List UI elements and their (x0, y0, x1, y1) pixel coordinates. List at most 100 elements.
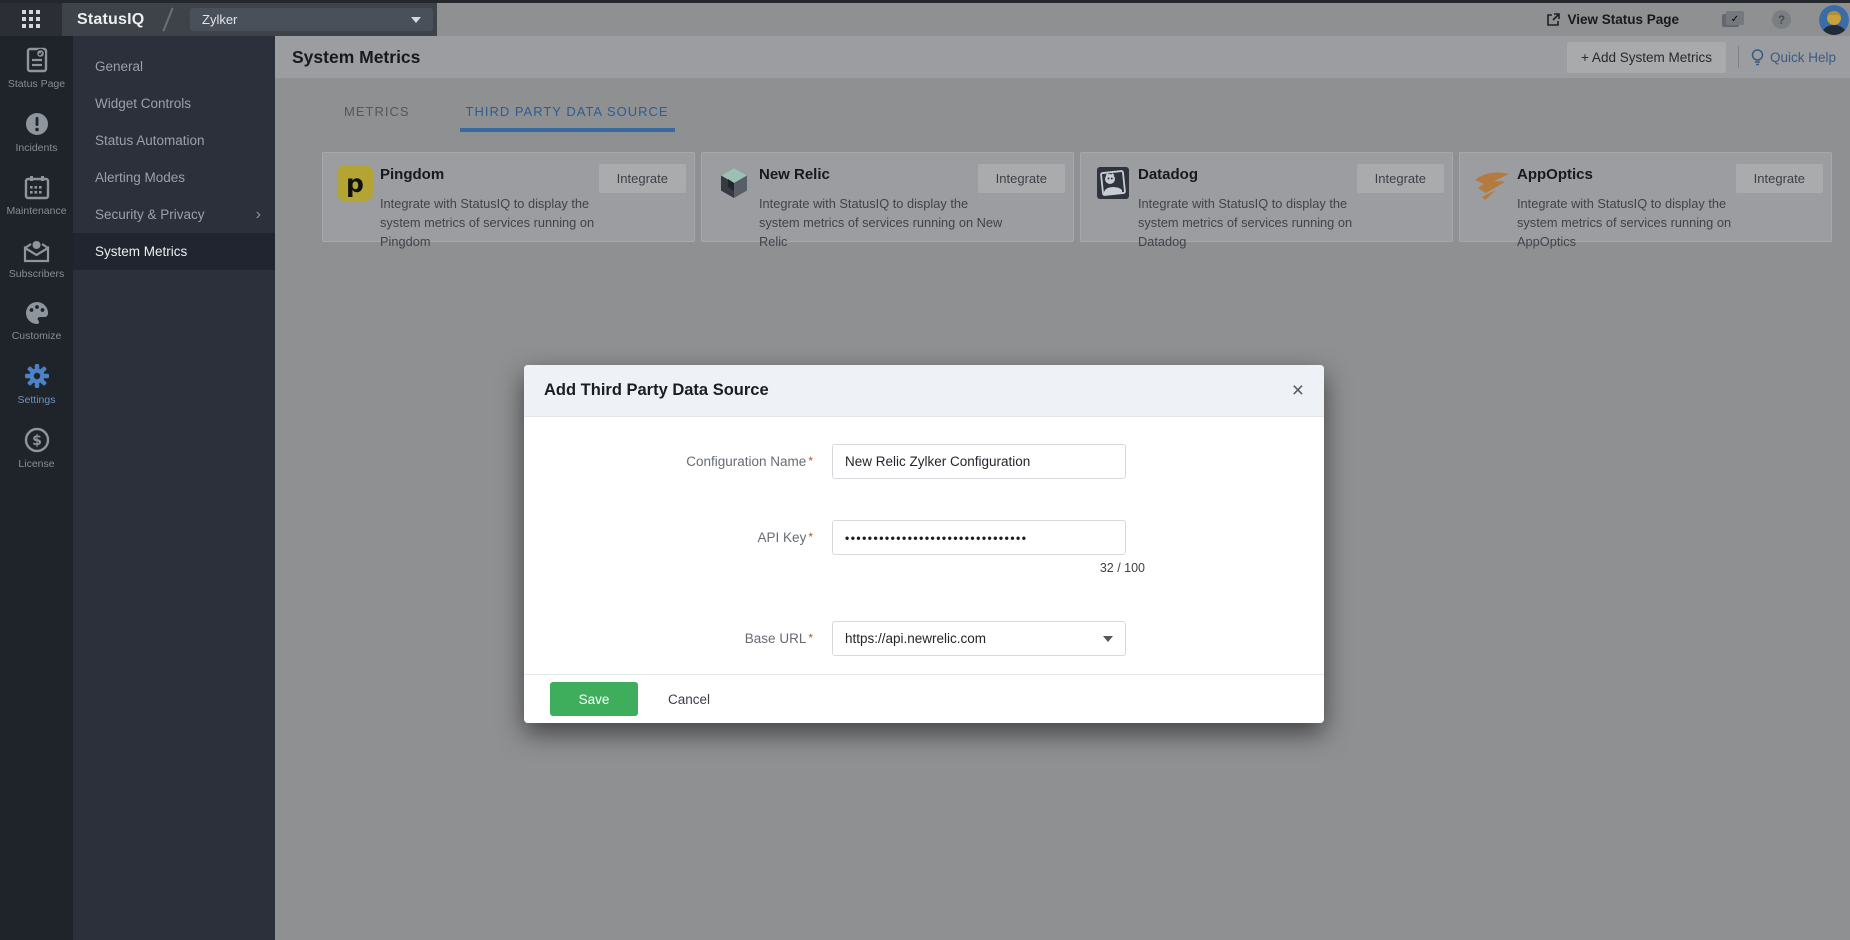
maintenance-icon (24, 175, 50, 200)
tab-metrics[interactable]: METRICS (338, 94, 416, 132)
org-selector[interactable]: Zylker (190, 8, 433, 31)
configuration-name-label: Configuration Name* (524, 454, 832, 469)
rail-item-label: Status Page (8, 79, 65, 90)
header-actions: + Add System Metrics Quick Help (1567, 42, 1836, 73)
settings-sidebar: General Widget Controls Status Automatio… (73, 36, 275, 940)
base-url-label: Base URL* (524, 631, 832, 646)
new-relic-logo-icon (716, 165, 752, 201)
rail-item-settings[interactable]: Settings (0, 352, 73, 416)
add-third-party-data-source-modal: Add Third Party Data Source × Configurat… (524, 365, 1324, 723)
rail-item-label: Maintenance (6, 206, 66, 217)
app-launcher-button[interactable] (0, 3, 62, 36)
sidebar-item-widget-controls[interactable]: Widget Controls (73, 85, 275, 122)
card-pingdom: p Pingdom Integrate Integrate with Statu… (322, 152, 695, 242)
sidebar-item-status-automation[interactable]: Status Automation (73, 122, 275, 159)
card-description: Integrate with StatusIQ to display the s… (1138, 194, 1388, 251)
card-title: New Relic (759, 166, 830, 183)
sidebar-item-label: Alerting Modes (95, 170, 185, 185)
topbar-right: View Status Page ✓ ? (1546, 3, 1850, 36)
close-icon[interactable]: × (1292, 381, 1304, 401)
subscribers-icon (23, 238, 50, 263)
configuration-name-input[interactable] (832, 444, 1126, 479)
content-header: System Metrics + Add System Metrics Quic… (275, 36, 1850, 78)
lightbulb-icon (1751, 49, 1764, 66)
api-key-char-counter: 32 / 100 (851, 561, 1145, 575)
add-system-metrics-button[interactable]: + Add System Metrics (1567, 42, 1726, 73)
rail-item-label: Incidents (15, 143, 57, 154)
required-marker: * (808, 454, 813, 468)
card-datadog: Datadog Integrate Integrate with StatusI… (1080, 152, 1453, 242)
integrate-appoptics-button[interactable]: Integrate (1736, 164, 1823, 193)
appoptics-logo-icon (1474, 168, 1510, 204)
api-key-input[interactable] (832, 520, 1126, 555)
chevron-right-icon: › (256, 206, 261, 224)
sidebar-item-system-metrics[interactable]: System Metrics (73, 233, 275, 270)
app-root: StatusIQ Zylker View Status Page (0, 0, 1850, 940)
rail-item-label: Subscribers (9, 269, 64, 280)
view-status-page-link[interactable]: View Status Page (1546, 12, 1679, 27)
incidents-icon (24, 111, 50, 137)
sidebar-item-general[interactable]: General (73, 48, 275, 85)
svg-text:✓: ✓ (1731, 14, 1739, 25)
feedback-button[interactable]: ✓ (1721, 10, 1745, 30)
quick-help-button[interactable]: Quick Help (1751, 49, 1836, 66)
status-page-icon (25, 47, 49, 73)
configuration-name-row: Configuration Name* (524, 444, 1324, 479)
rail-item-label: Customize (12, 331, 62, 342)
rail-item-license[interactable]: $ License (0, 416, 73, 480)
save-button[interactable]: Save (550, 682, 638, 716)
org-selector-value: Zylker (202, 12, 237, 27)
settings-gear-icon (24, 363, 50, 389)
svg-text:$: $ (32, 433, 42, 449)
header-divider (1738, 46, 1739, 68)
modal-body: Configuration Name* API Key* 32 / 100 Ba… (524, 417, 1324, 656)
card-description: Integrate with StatusIQ to display the s… (380, 194, 630, 251)
icon-rail: Status Page Incidents Maintenance (0, 36, 73, 940)
required-marker: * (808, 530, 813, 544)
rail-item-subscribers[interactable]: Subscribers (0, 227, 73, 290)
api-key-row: API Key* (524, 520, 1324, 555)
rail-item-label: Settings (18, 395, 56, 406)
user-avatar[interactable] (1819, 5, 1849, 35)
sidebar-item-label: System Metrics (95, 244, 187, 259)
integrate-new-relic-button[interactable]: Integrate (978, 164, 1065, 193)
sidebar-item-label: Widget Controls (95, 96, 191, 111)
modal-title: Add Third Party Data Source (544, 381, 769, 400)
base-url-row: Base URL* (524, 621, 1324, 656)
base-url-select[interactable] (832, 621, 1126, 656)
modal-footer: Save Cancel (524, 674, 1324, 723)
sidebar-item-alerting-modes[interactable]: Alerting Modes (73, 159, 275, 196)
cancel-button[interactable]: Cancel (668, 692, 710, 707)
avatar-image (1819, 5, 1849, 35)
sidebar-item-security-privacy[interactable]: Security & Privacy › (73, 196, 275, 233)
card-description: Integrate with StatusIQ to display the s… (1517, 194, 1767, 251)
grid-icon (22, 10, 41, 29)
pingdom-logo-icon: p (337, 165, 373, 201)
topbar-logo-block: StatusIQ Zylker (0, 3, 437, 36)
rail-item-maintenance[interactable]: Maintenance (0, 164, 73, 227)
rail-item-customize[interactable]: Customize (0, 290, 73, 352)
quick-help-label: Quick Help (1770, 50, 1836, 65)
rail-item-status-page[interactable]: Status Page (0, 36, 73, 100)
card-title: Pingdom (380, 166, 444, 183)
integrate-datadog-button[interactable]: Integrate (1357, 164, 1444, 193)
chevron-down-icon (411, 17, 421, 23)
tab-third-party-data-source[interactable]: THIRD PARTY DATA SOURCE (460, 94, 675, 132)
help-button[interactable]: ? (1772, 10, 1791, 29)
datadog-logo-icon (1095, 165, 1131, 201)
modal-header: Add Third Party Data Source × (524, 365, 1324, 417)
page-title: System Metrics (292, 47, 420, 68)
integrate-pingdom-button[interactable]: Integrate (599, 164, 686, 193)
sidebar-item-label: Security & Privacy (95, 207, 205, 222)
app-name: StatusIQ (77, 3, 144, 36)
tab-bar: METRICS THIRD PARTY DATA SOURCE (338, 94, 675, 132)
card-new-relic: New Relic Integrate Integrate with Statu… (701, 152, 1074, 242)
required-marker: * (808, 631, 813, 645)
api-key-label: API Key* (524, 530, 832, 545)
license-icon: $ (24, 427, 50, 453)
rail-item-label: License (18, 459, 54, 470)
sidebar-item-label: General (95, 59, 143, 74)
logo-slash-divider (162, 8, 173, 32)
card-title: AppOptics (1517, 166, 1593, 183)
rail-item-incidents[interactable]: Incidents (0, 100, 73, 164)
